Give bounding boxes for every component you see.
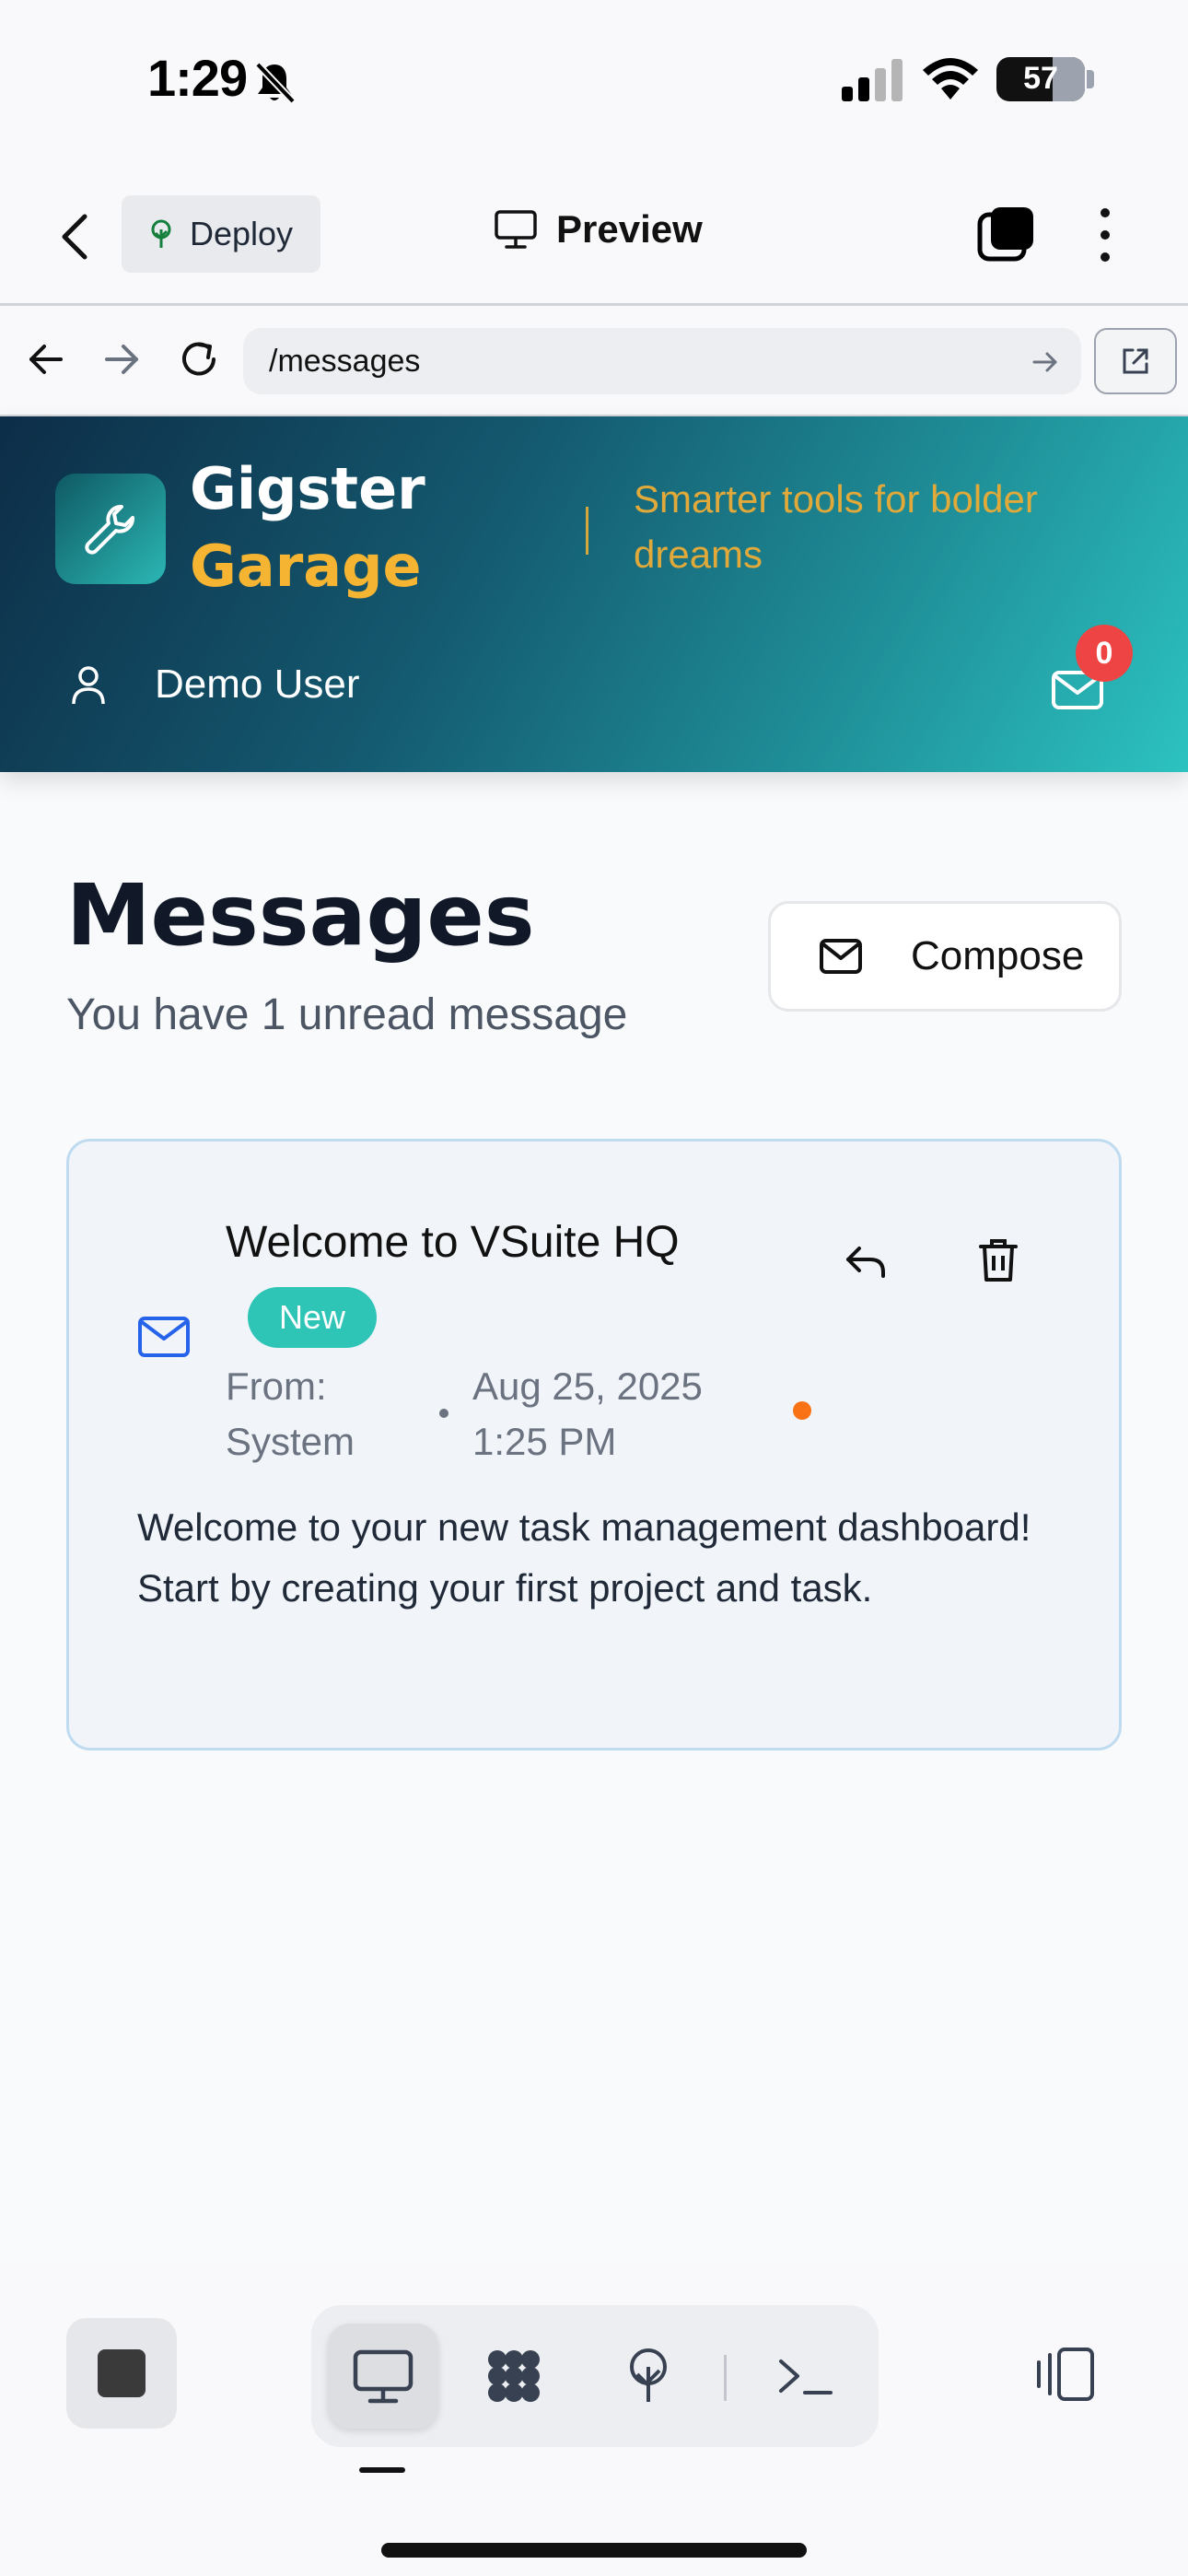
user-name[interactable]: Demo User	[155, 662, 360, 708]
reload-icon[interactable]	[177, 337, 221, 381]
compose-label: Compose	[911, 933, 1085, 978]
terminal-icon	[779, 2359, 833, 2395]
url-text: /messages	[269, 343, 421, 379]
brand-name-line2: Garage	[190, 533, 422, 600]
page-title: Messages	[66, 866, 535, 965]
bottom-toolbar	[0, 2261, 1188, 2576]
tagline: Smarter tools for bolder dreams	[634, 477, 1038, 576]
deploy-label: Deploy	[190, 215, 294, 252]
preview-view-button[interactable]	[328, 2324, 438, 2429]
meta-separator	[439, 1409, 448, 1418]
compose-button[interactable]: Compose	[768, 901, 1122, 1012]
app-header: Gigster Garage Smarter tools for bolder …	[0, 416, 1188, 772]
wifi-icon	[923, 58, 978, 100]
arrow-left-icon[interactable]	[24, 337, 68, 381]
console-view-button[interactable]	[750, 2324, 860, 2429]
notification-badge: 0	[1076, 625, 1133, 682]
unread-indicator	[793, 1401, 811, 1420]
message-card[interactable]: Welcome to VSuite HQ New From: System Au…	[66, 1139, 1122, 1751]
tabs-icon[interactable]	[976, 205, 1035, 264]
panels-icon[interactable]	[1031, 2346, 1098, 2403]
bell-muted-icon	[255, 62, 296, 104]
battery-indicator: 57	[996, 57, 1085, 101]
brand-name-line1: Gigster	[190, 455, 425, 522]
page-subtitle: You have 1 unread message	[66, 990, 628, 1039]
message-sender: From: System	[226, 1364, 355, 1463]
user-icon	[72, 666, 105, 705]
open-external-button[interactable]	[1094, 328, 1177, 394]
cellular-signal-icon	[842, 59, 903, 101]
tree-icon	[151, 219, 171, 248]
kebab-menu-icon[interactable]	[1094, 205, 1116, 264]
battery-tip	[1087, 70, 1094, 88]
grid-icon	[488, 2350, 540, 2402]
envelope-icon	[138, 1317, 190, 1357]
preview-title: Preview	[494, 207, 703, 252]
chevron-left-icon[interactable]	[55, 211, 96, 263]
monitor-icon	[495, 210, 537, 249]
wrench-icon	[85, 505, 134, 555]
status-bar: 1:29 57	[0, 0, 1188, 161]
monitor-icon	[353, 2349, 413, 2404]
preview-label: Preview	[556, 207, 703, 251]
message-title: Welcome to VSuite HQ	[226, 1218, 680, 1267]
stop-button[interactable]	[66, 2318, 177, 2429]
new-badge: New	[248, 1287, 377, 1348]
app-top-bar: Deploy Preview	[0, 161, 1188, 306]
mail-icon	[820, 939, 862, 974]
message-date: Aug 25, 2025 1:25 PM	[472, 1364, 703, 1463]
tree-icon	[630, 2348, 667, 2402]
workspace-view-button[interactable]	[459, 2324, 569, 2429]
browser-url-bar: /messages	[0, 306, 1188, 416]
battery-level: 57	[1023, 61, 1058, 96]
header-divider	[586, 507, 588, 555]
deploy-button[interactable]: Deploy	[122, 195, 320, 273]
active-tab-indicator	[359, 2467, 405, 2473]
arrow-right-icon[interactable]	[99, 337, 144, 381]
status-time: 1:29	[147, 49, 248, 107]
external-link-icon	[1123, 348, 1148, 374]
home-indicator	[381, 2543, 807, 2558]
app-logo[interactable]	[55, 474, 166, 584]
stop-icon	[98, 2349, 146, 2397]
view-switcher	[311, 2305, 879, 2447]
reply-icon[interactable]	[844, 1243, 887, 1280]
toolbar-divider	[724, 2355, 727, 2401]
deploy-view-button[interactable]	[593, 2324, 704, 2429]
message-body: Welcome to your new task management dash…	[137, 1505, 1031, 1610]
go-arrow-icon[interactable]	[1031, 348, 1059, 376]
trash-icon[interactable]	[979, 1237, 1018, 1283]
url-input[interactable]: /messages	[243, 328, 1081, 394]
